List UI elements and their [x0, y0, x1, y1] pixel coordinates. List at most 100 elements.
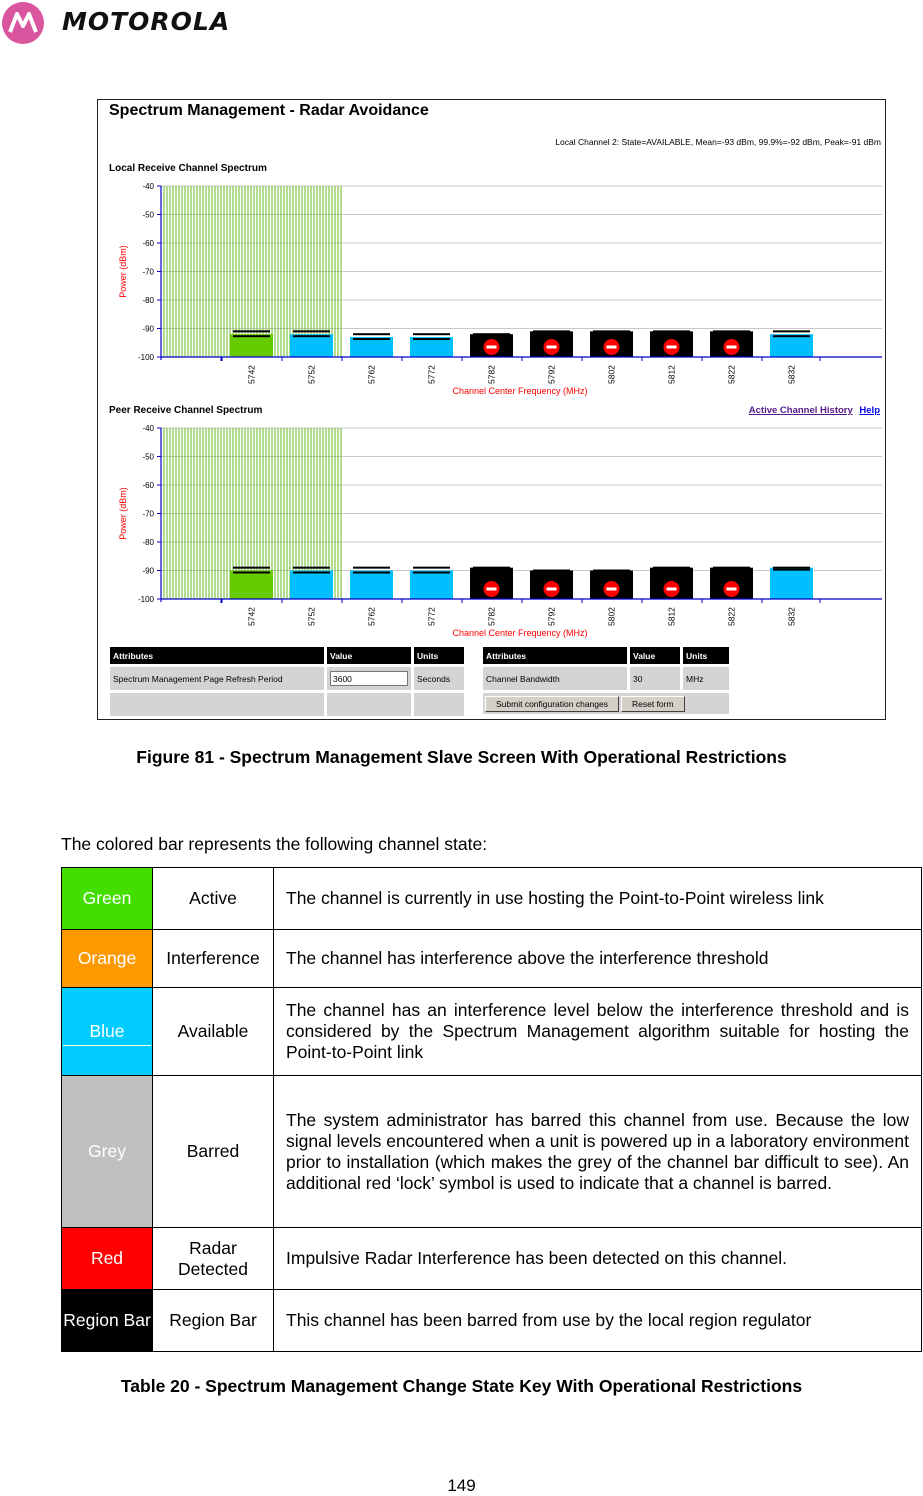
attribute-name: Channel Bandwidth	[483, 667, 627, 690]
table-header: Value	[630, 647, 680, 664]
mean-marker	[233, 571, 270, 574]
radar-no-entry-bar	[606, 587, 617, 591]
x-tick-label: 5782	[487, 365, 497, 384]
color-swatch: Blue	[61, 987, 153, 1076]
y-tick-label: -40	[142, 182, 154, 191]
table-row: Spectrum Management Page Refresh Period …	[110, 667, 464, 690]
state-name: Active	[152, 867, 274, 930]
value-cell	[327, 667, 411, 690]
motorola-logo: MOTOROLA	[0, 0, 250, 50]
y-tick-label: -100	[138, 595, 155, 604]
y-tick-label: -100	[138, 353, 155, 362]
y-tick-label: -60	[142, 239, 154, 248]
radar-no-entry-bar	[546, 345, 557, 349]
table-header: Attributes	[483, 647, 627, 664]
active-channel-history-link[interactable]: Active Channel History	[749, 405, 853, 416]
key-row: Red Radar Detected Impulsive Radar Interfe…	[61, 1227, 922, 1290]
x-tick-label: 5832	[787, 607, 797, 626]
key-row: Blue Available The channel has an interfer…	[61, 987, 922, 1076]
empty-cell	[414, 693, 464, 716]
empty-cell	[327, 693, 411, 716]
mean-marker	[353, 571, 390, 574]
y-tick-label: -90	[142, 325, 154, 334]
color-swatch: Region Bar	[61, 1289, 153, 1352]
x-tick-label: 5752	[307, 607, 317, 626]
color-name: Region Bar	[63, 1310, 151, 1330]
x-tick-label: 5802	[607, 365, 617, 384]
peak-marker	[413, 566, 450, 569]
x-tick-label: 5792	[547, 607, 557, 626]
mean-marker	[773, 335, 810, 338]
mean-marker	[413, 338, 450, 341]
refresh-period-table: Attributes Value Units Spectrum Manageme…	[107, 644, 467, 719]
color-name: Blue	[63, 1021, 151, 1046]
local-spectrum-label: Local Receive Channel Spectrum	[109, 163, 267, 174]
radar-no-entry-bar	[726, 345, 737, 349]
bar-5752	[290, 334, 333, 357]
state-name: Interference	[152, 929, 274, 988]
table-header: Units	[414, 647, 464, 664]
bar-5742	[230, 334, 273, 357]
color-name: Grey	[88, 1141, 126, 1161]
intro-text: The colored bar represents the following…	[61, 834, 488, 854]
x-tick-label: 5782	[487, 607, 497, 626]
radar-no-entry-bar	[486, 345, 497, 349]
page-number: 149	[447, 1476, 476, 1495]
x-tick-label: 5812	[667, 607, 677, 626]
x-axis-title: Channel Center Frequency (MHz)	[452, 628, 587, 638]
peak-marker	[533, 330, 570, 333]
peak-marker	[353, 566, 390, 569]
peak-marker	[473, 566, 510, 569]
brand-name: MOTOROLA	[62, 7, 231, 36]
radar-no-entry-bar	[726, 587, 737, 591]
radar-no-entry-bar	[666, 345, 677, 349]
state-name: Region Bar	[152, 1289, 274, 1352]
color-name: Orange	[77, 948, 137, 968]
key-row: Grey Barred The system administrator has b…	[61, 1075, 922, 1228]
y-axis-title: Power (dBm)	[118, 245, 128, 298]
x-tick-label: 5792	[547, 365, 557, 384]
state-description: The channel has interference above the i…	[273, 929, 922, 988]
bar-5832	[770, 334, 813, 357]
value-cell: 30	[630, 667, 680, 690]
bar-5752	[290, 570, 333, 599]
mean-marker	[413, 571, 450, 574]
mean-marker	[293, 335, 330, 338]
table-header: Value	[327, 647, 411, 664]
radar-no-entry-bar	[666, 587, 677, 591]
table-row: Channel Bandwidth 30 MHz	[483, 667, 729, 690]
x-tick-label: 5812	[667, 365, 677, 384]
x-tick-label: 5742	[247, 607, 257, 626]
y-tick-label: -50	[142, 211, 154, 220]
help-link[interactable]: Help	[859, 405, 880, 416]
x-tick-label: 5742	[247, 365, 257, 384]
mean-marker	[233, 335, 270, 338]
peak-marker	[233, 566, 270, 569]
x-tick-label: 5762	[367, 607, 377, 626]
mean-marker	[353, 338, 390, 341]
units-cell: Seconds	[414, 667, 464, 690]
submit-configuration-button[interactable]: Submit configuration changes	[485, 695, 619, 712]
x-axis-title: Channel Center Frequency (MHz)	[452, 386, 587, 396]
peer-spectrum-chart: -40 -50 -60 -70 -80 -90 -100 5742 5752 5762 5772 57…	[118, 424, 882, 638]
bar-5742	[230, 570, 273, 599]
screen-title: Spectrum Management - Radar Avoidance	[109, 102, 429, 119]
color-swatch: Red	[61, 1227, 153, 1290]
state-name: Barred	[152, 1075, 274, 1228]
key-row: Orange Interference The channel has interf…	[61, 929, 922, 988]
refresh-period-input[interactable]	[330, 671, 408, 686]
figure-caption: Figure 81 - Spectrum Management Slave Sc…	[136, 747, 787, 767]
x-tick-label: 5832	[787, 365, 797, 384]
mean-marker	[293, 571, 330, 574]
y-tick-label: -80	[142, 296, 154, 305]
peak-marker	[593, 330, 630, 333]
peak-marker	[773, 330, 810, 333]
bar-5762	[350, 570, 393, 599]
table-row-empty	[110, 693, 464, 716]
motorola-batwing-icon	[2, 2, 44, 44]
reset-form-button[interactable]: Reset form	[621, 695, 685, 712]
key-row: Region Bar Region Bar This channel has bee…	[61, 1289, 922, 1352]
peak-marker	[533, 569, 570, 572]
units-cell: MHz	[683, 667, 729, 690]
state-description: The system administrator has barred this…	[273, 1075, 922, 1228]
